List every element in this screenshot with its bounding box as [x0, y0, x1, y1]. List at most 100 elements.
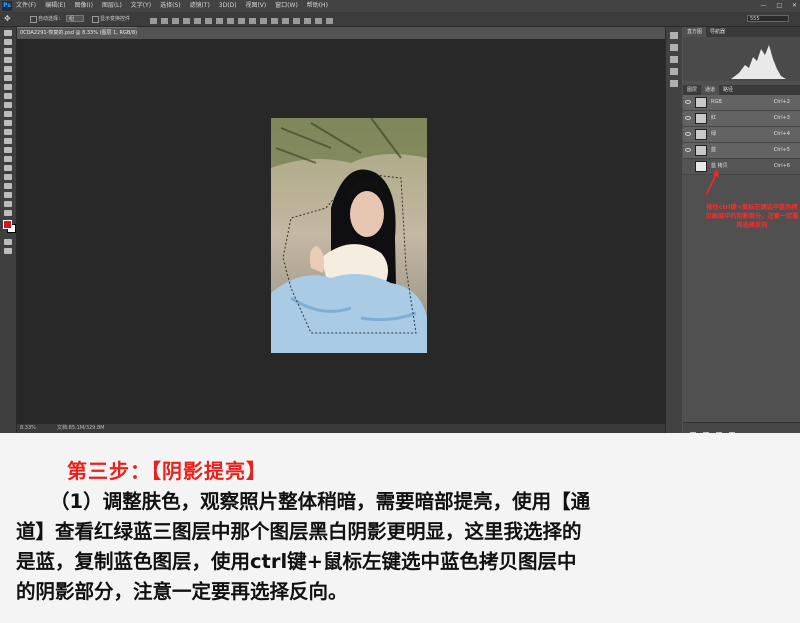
quick-mask-icon[interactable] [4, 239, 12, 245]
distribute-left-icon[interactable] [249, 18, 256, 24]
distribute-vcenter-icon[interactable] [227, 18, 234, 24]
align-bottom-icon[interactable] [172, 18, 179, 24]
channel-row-red[interactable]: 红 Ctrl+3 [683, 111, 800, 127]
align-left-icon[interactable] [183, 18, 190, 24]
history-brush-tool-icon[interactable] [4, 111, 12, 117]
paragraph-panel-icon[interactable] [670, 68, 678, 75]
history-panel-icon[interactable] [670, 32, 678, 39]
gradient-tool-icon[interactable] [4, 129, 12, 135]
move-tool-icon[interactable]: ✥ [4, 12, 11, 26]
minimize-button[interactable]: — [760, 2, 766, 9]
menu-3d[interactable]: 3D(D) [219, 2, 237, 9]
canvas-area[interactable] [17, 39, 673, 424]
auto-select-checkbox[interactable] [30, 16, 37, 23]
hand-tool-icon[interactable] [4, 192, 12, 198]
channel-shortcut: Ctrl+6 [773, 163, 790, 169]
path-select-tool-icon[interactable] [4, 174, 12, 180]
tab-paths[interactable]: 路径 [719, 87, 737, 93]
align-right-icon[interactable] [205, 18, 212, 24]
edit-toolbar-icon[interactable] [4, 210, 12, 216]
distribute-top-icon[interactable] [216, 18, 223, 24]
distribute-right-icon[interactable] [271, 18, 278, 24]
step-body: （1）调整肤色，观察照片整体稍暗，需要暗部提亮，使用【通 道】查看红绿蓝三图层中… [16, 487, 786, 607]
distribute-hcenter-icon[interactable] [260, 18, 267, 24]
3d-mode-icon[interactable] [293, 18, 300, 24]
eraser-tool-icon[interactable] [4, 120, 12, 126]
visibility-eye-icon[interactable] [685, 116, 691, 120]
blur-tool-icon[interactable] [4, 138, 12, 144]
show-transform-checkbox[interactable] [92, 16, 99, 23]
channel-shortcut: Ctrl+3 [773, 115, 790, 121]
pen-tool-icon[interactable] [4, 156, 12, 162]
zoom-tool-icon[interactable] [4, 201, 12, 207]
visibility-eye-icon[interactable] [685, 100, 691, 104]
channels-tabs: 图层 通道 路径 [683, 85, 800, 95]
3d-roll-icon[interactable] [315, 18, 322, 24]
3d-drag-icon[interactable] [326, 18, 333, 24]
marquee-tool-icon[interactable] [4, 39, 12, 45]
body-line: 的阴影部分，注意一定要再选择反向。 [16, 580, 348, 603]
channel-row-blue[interactable]: 蓝 Ctrl+5 [683, 143, 800, 159]
auto-select-dropdown[interactable]: 组 [66, 15, 84, 22]
workspace-select[interactable]: 555 [747, 15, 789, 22]
visibility-eye-icon[interactable] [685, 132, 691, 136]
zoom-level[interactable]: 8.33% [20, 424, 36, 433]
channel-name: RGB [711, 99, 722, 105]
properties-panel-icon[interactable] [670, 44, 678, 51]
menu-view[interactable]: 视图(V) [245, 2, 266, 9]
menu-image[interactable]: 图像(I) [74, 2, 92, 9]
tab-layers[interactable]: 图层 [683, 87, 701, 93]
distribute-bottom-icon[interactable] [238, 18, 245, 24]
step-title: 第三步：【阴影提亮】 [67, 459, 267, 483]
menu-file[interactable]: 文件(F) [16, 2, 36, 9]
healing-brush-tool-icon[interactable] [4, 84, 12, 90]
quick-select-tool-icon[interactable] [4, 57, 12, 63]
menu-help[interactable]: 帮助(H) [307, 2, 328, 9]
crop-tool-icon[interactable] [4, 66, 12, 72]
close-button[interactable]: ✕ [792, 2, 797, 9]
channel-row-green[interactable]: 绿 Ctrl+4 [683, 127, 800, 143]
tab-channels[interactable]: 通道 [701, 85, 720, 95]
type-tool-icon[interactable] [4, 165, 12, 171]
window-controls: — □ ✕ [752, 0, 797, 12]
eyedropper-tool-icon[interactable] [4, 75, 12, 81]
dodge-tool-icon[interactable] [4, 147, 12, 153]
channel-row-blue-copy[interactable]: 蓝 拷贝 Ctrl+6 [683, 159, 800, 175]
menu-select[interactable]: 选择(S) [160, 2, 181, 9]
menu-bar: Ps 文件(F) 编辑(E) 图像(I) 图层(L) 文字(Y) 选择(S) 滤… [0, 0, 800, 12]
3d-rotate-icon[interactable] [304, 18, 311, 24]
channel-shortcut: Ctrl+2 [773, 99, 790, 105]
move-tool-icon[interactable] [4, 30, 12, 36]
clone-stamp-tool-icon[interactable] [4, 102, 12, 108]
menu-layer[interactable]: 图层(L) [102, 2, 122, 9]
tab-histogram[interactable]: 直方图 [683, 27, 707, 37]
auto-align-icon[interactable] [282, 18, 289, 24]
collapsed-panel-icons [665, 27, 682, 433]
menu-filter[interactable]: 滤镜(T) [190, 2, 210, 9]
menu-window[interactable]: 窗口(W) [275, 2, 298, 9]
menu-items: 文件(F) 编辑(E) 图像(I) 图层(L) 文字(Y) 选择(S) 滤镜(T… [16, 0, 335, 12]
foreground-color-swatch[interactable] [3, 220, 12, 229]
screen-mode-icon[interactable] [4, 248, 12, 254]
histogram-tabs: 直方图 导航器 [683, 27, 800, 37]
character-panel-icon[interactable] [670, 56, 678, 63]
lasso-tool-icon[interactable] [4, 48, 12, 54]
auto-select-label: 自动选择： [38, 16, 64, 22]
document-tab[interactable]: 0CDA2291-恢复的.psd @ 8.33% (图层 1, RGB/8) * [17, 27, 137, 38]
menu-type[interactable]: 文字(Y) [131, 2, 151, 9]
maximize-button[interactable]: □ [776, 2, 782, 9]
tab-navigator[interactable]: 导航器 [706, 29, 729, 35]
align-hcenter-icon[interactable] [194, 18, 201, 24]
shape-tool-icon[interactable] [4, 183, 12, 189]
align-top-icon[interactable] [150, 18, 157, 24]
document-info: 文档:85.1M/329.8M [57, 425, 105, 431]
actions-panel-icon[interactable] [670, 80, 678, 87]
align-vcenter-icon[interactable] [161, 18, 168, 24]
channel-row-rgb[interactable]: RGB Ctrl+2 [683, 95, 800, 111]
menu-edit[interactable]: 编辑(E) [45, 2, 65, 9]
brush-tool-icon[interactable] [4, 93, 12, 99]
body-line: （1）调整肤色，观察照片整体稍暗，需要暗部提亮，使用【通 [50, 490, 591, 513]
channel-shortcut: Ctrl+5 [773, 147, 790, 153]
visibility-eye-icon[interactable] [685, 148, 691, 152]
channel-shortcut: Ctrl+4 [773, 131, 790, 137]
